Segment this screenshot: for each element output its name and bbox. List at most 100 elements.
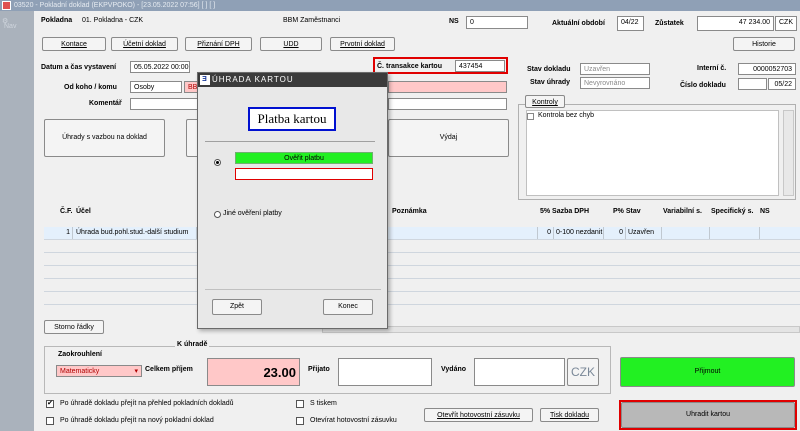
dialog-divider <box>205 141 375 142</box>
stav-dokladu-label: Stav dokladu <box>527 66 571 73</box>
row-specificky <box>710 227 760 239</box>
uhrada-kartou-dialog: Ǝ ÚHRADA KARTOU Platba kartou Ověřit pla… <box>197 72 388 329</box>
window-title-bar: 03520 - Pokladní doklad (EKPVPOKO) - [23… <box>0 0 800 11</box>
historie-button[interactable]: Historie <box>733 37 795 51</box>
row-poznamka <box>390 227 538 239</box>
prijato-field[interactable] <box>338 358 432 386</box>
komentar-field[interactable] <box>130 98 198 110</box>
overit-radio[interactable] <box>214 159 221 166</box>
vydano-label: Vydáno <box>441 366 467 373</box>
otevrit-zasuvku-button[interactable]: Otevřít hotovostní zásuvku <box>424 408 533 422</box>
interni-label: Interní č. <box>697 65 727 72</box>
dialog-title: ÚHRADA KARTOU <box>212 75 294 84</box>
prvotni-doklad-button[interactable]: Prvotní doklad <box>330 37 395 51</box>
otevirat-label: Otevírat hotovostní zásuvku <box>310 417 397 424</box>
table-row[interactable] <box>44 266 800 279</box>
pokladna-value: 01. Pokladna - CZK <box>82 17 144 24</box>
app-icon <box>2 1 11 10</box>
col-ucel: Účel <box>76 208 91 215</box>
priznani-dph-button[interactable]: Přiznání DPH <box>185 37 252 51</box>
celkem-field: 23.00 <box>207 358 300 386</box>
left-nav: ⚙ Nav <box>0 11 34 431</box>
col-sazba: 5% Sazba DPH <box>540 208 590 215</box>
zpet-button[interactable]: Zpět <box>212 299 262 315</box>
zaokrouhleni-label: Zaokrouhlení <box>58 351 102 358</box>
stav-uhrady-field: Nevyrovnáno <box>580 77 650 89</box>
col-poznamka: Poznámka <box>392 208 427 215</box>
zamestnanci-label: BBM Zaměstnanci <box>283 17 341 24</box>
currency-button[interactable]: CZK <box>567 358 599 386</box>
novy-label: Po úhradě dokladu přejít na nový pokladn… <box>60 417 214 424</box>
chevron-down-icon: ▾ <box>134 368 138 375</box>
row-variabilni <box>662 227 710 239</box>
uhrady-vazbou-button[interactable]: Úhrady s vazbou na doklad <box>44 119 165 157</box>
col-variabilni: Variabilní s. <box>663 208 702 215</box>
uhradit-kartou-highlight <box>619 400 797 430</box>
interni-field: 0000052703 <box>738 63 796 75</box>
cislo-field-left <box>738 78 767 90</box>
od-koho-name-field[interactable] <box>388 81 507 93</box>
obdobi-label: Aktuální období <box>552 20 605 27</box>
vydano-field[interactable] <box>474 358 565 386</box>
kontroly-list <box>526 110 779 196</box>
prehled-checkbox[interactable]: ✔ <box>46 400 54 408</box>
obdobi-field[interactable]: 04/22 <box>617 16 644 31</box>
kontrola-checkbox[interactable] <box>527 113 534 120</box>
datum-label: Datum a čas vystavení <box>41 64 117 71</box>
overit-platbu-button[interactable]: Ověřit platbu <box>235 152 373 164</box>
s-tiskem-label: S tiskem <box>310 400 337 407</box>
od-koho-code-field[interactable]: BB <box>184 81 198 93</box>
prehled-label: Po úhradě dokladu přejít na přehled pokl… <box>60 400 234 407</box>
transakce-highlight <box>373 57 508 74</box>
dialog-title-bar: Ǝ ÚHRADA KARTOU <box>198 73 387 87</box>
col-stav: P% Stav <box>613 208 641 215</box>
otevirat-checkbox[interactable] <box>296 417 304 425</box>
kontrola-item: Kontrola bez chyb <box>538 112 595 119</box>
stav-dokladu-field: Uzavřen <box>580 63 650 75</box>
kontroly-tab[interactable]: Kontroly <box>525 95 565 108</box>
cislo-field: 05/22 <box>768 78 796 90</box>
window-title: 03520 - Pokladní doklad (EKPVPOKO) - [23… <box>14 2 216 9</box>
table-row[interactable] <box>44 253 800 266</box>
table-row[interactable]: 1 Úhrada bud.pohl.stud.-další studium 0 … <box>44 227 800 240</box>
dialog-heading: Platba kartou <box>248 107 336 131</box>
zustatek-field: 47 234.00 <box>697 16 774 31</box>
cislo-label: Číslo dokladu <box>680 82 726 89</box>
currency-field: CZK <box>775 16 797 31</box>
vydaj-button[interactable]: Výdaj <box>388 119 509 157</box>
dialog-footer-divider <box>205 289 381 290</box>
table-row[interactable] <box>44 240 800 253</box>
nav-button[interactable]: ⚙ Nav <box>2 17 16 30</box>
konec-button[interactable]: Konec <box>323 299 373 315</box>
komentar-label: Komentář <box>89 100 122 107</box>
udd-button[interactable]: UDD <box>260 37 322 51</box>
storno-button[interactable]: Storno řádky <box>44 320 104 334</box>
kontroly-scrollbar[interactable] <box>783 110 794 196</box>
novy-checkbox[interactable] <box>46 417 54 425</box>
od-koho-type-field[interactable]: Osoby <box>130 81 182 93</box>
table-row[interactable] <box>44 279 800 292</box>
zaokrouhleni-select[interactable]: Matematicky ▾ <box>56 365 142 377</box>
kontace-button[interactable]: Kontace <box>42 37 106 51</box>
tisk-dokladu-button[interactable]: Tisk dokladu <box>540 408 599 422</box>
s-tiskem-checkbox[interactable] <box>296 400 304 408</box>
jine-radio[interactable] <box>214 211 221 218</box>
stav-uhrady-label: Stav úhrady <box>530 79 571 86</box>
col-ns: NS <box>760 208 770 215</box>
ucetni-doklad-button[interactable]: Účetní doklad <box>111 37 178 51</box>
row-stav: Uzavřen <box>626 227 662 239</box>
komentar-field-ext[interactable] <box>388 98 507 110</box>
row-pct: 0 <box>538 227 554 239</box>
k-uhrade-label: K úhradě <box>175 341 210 348</box>
jine-label: Jiné ověření platby <box>223 210 282 217</box>
table-row[interactable] <box>44 292 800 305</box>
row-sazba: 0-100 nezdanit <box>554 227 604 239</box>
celkem-label: Celkem příjem <box>145 366 193 373</box>
zustatek-label: Zůstatek <box>655 20 684 27</box>
grid-scrollbar[interactable] <box>322 326 800 333</box>
prijato-label: Přijato <box>308 366 330 373</box>
ns-label: NS <box>449 18 459 25</box>
ns-field[interactable]: 0 <box>466 16 528 29</box>
prijmout-button[interactable]: Přijmout <box>620 357 795 387</box>
datum-field[interactable]: 05.05.2022 00:00 <box>130 61 190 73</box>
